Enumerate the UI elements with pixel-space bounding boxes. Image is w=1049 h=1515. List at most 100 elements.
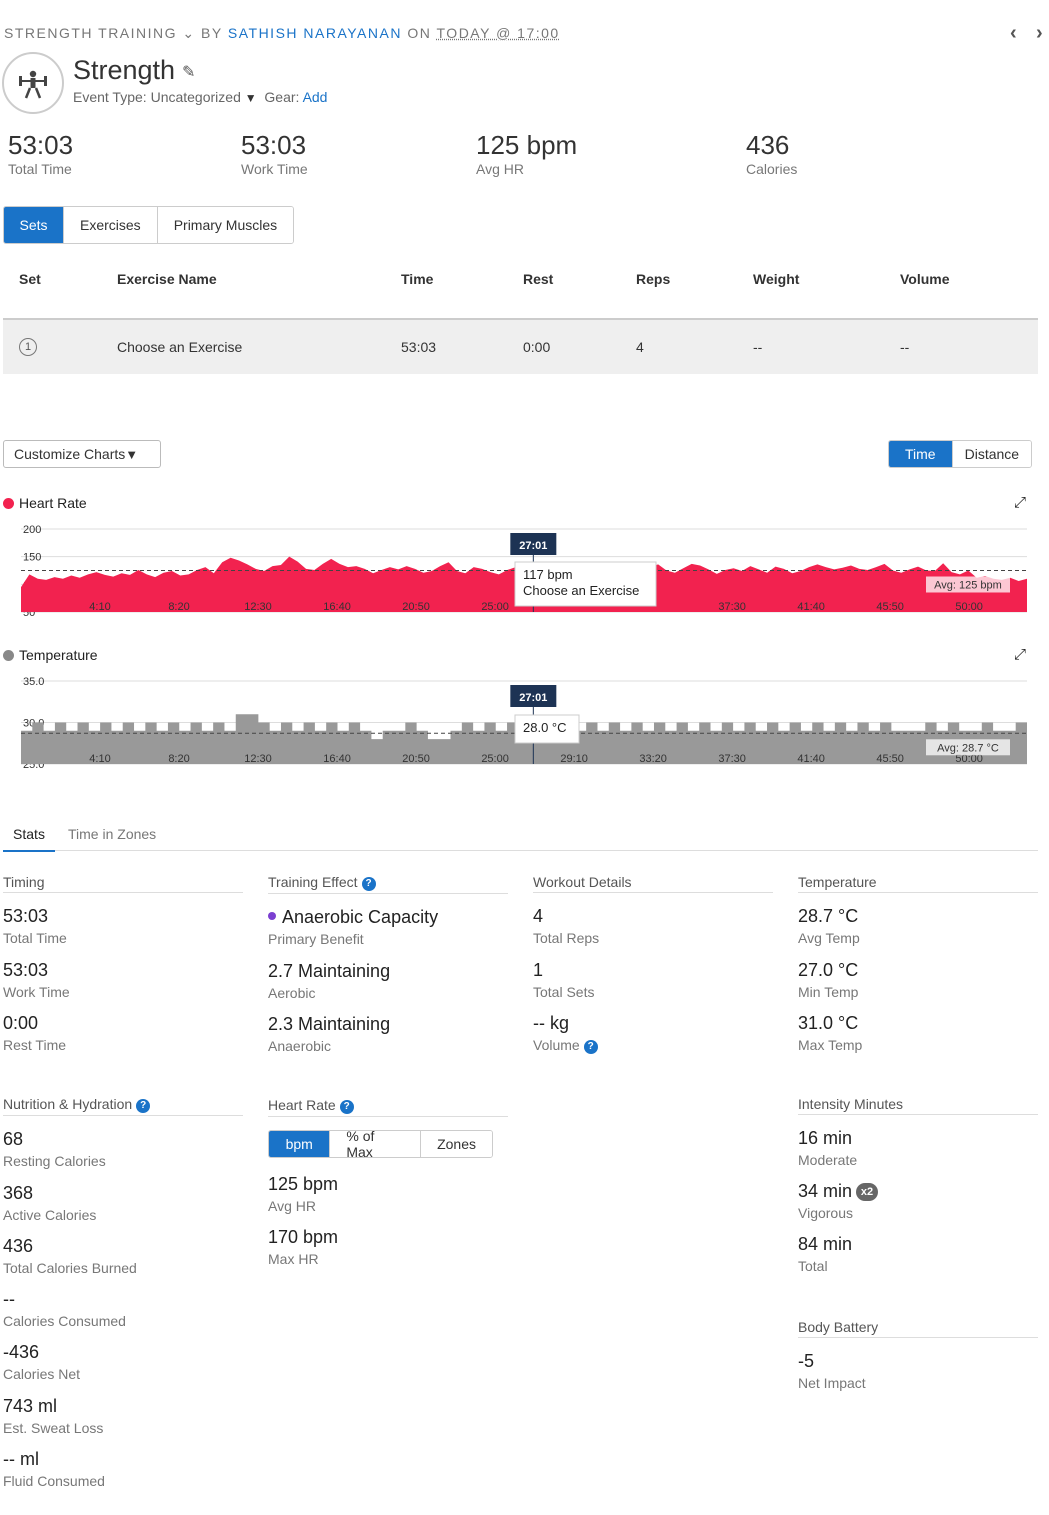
x-tick-label: 29:10 xyxy=(560,753,588,765)
summary-total-time: 53:03 Total Time xyxy=(8,130,73,177)
stat-item: 84 min Total xyxy=(798,1234,1038,1274)
expand-icon[interactable]: ⤢ xyxy=(1014,646,1026,663)
stat-value: 0:00 xyxy=(3,1013,39,1033)
x-tick-label: 8:20 xyxy=(168,601,189,613)
x-tick-label: 20:50 xyxy=(402,753,430,765)
stat-label: Max HR xyxy=(268,1251,319,1267)
stat-value: 16 min xyxy=(798,1128,853,1148)
activity-date[interactable]: TODAY @ 17:00 xyxy=(437,25,560,41)
heart-rate-heading: Heart Rate? xyxy=(268,1097,508,1117)
y-tick-label: 150 xyxy=(23,552,41,564)
tab-time-in-zones[interactable]: Time in Zones xyxy=(68,826,156,842)
activity-type-link[interactable]: STRENGTH TRAINING xyxy=(4,25,177,41)
heading-text: Nutrition & Hydration xyxy=(3,1096,133,1112)
stat-item: 2.7 Maintaining Aerobic xyxy=(268,961,508,1001)
heart-rate-chart[interactable]: 200150100504:108:2012:3016:4020:5025:003… xyxy=(0,515,1040,625)
heart-rate-section: Heart Rate? bpm % of Max Zones 125 bpm Av… xyxy=(268,1097,508,1267)
tooltip-value: 28.0 °C xyxy=(523,720,567,735)
help-icon[interactable]: ? xyxy=(583,1040,598,1054)
stat-value: 2.7 Maintaining xyxy=(268,961,391,981)
stat-value: 743 ml xyxy=(3,1396,58,1416)
help-icon[interactable]: ? xyxy=(339,1100,354,1114)
stat-label: Aerobic xyxy=(268,985,316,1001)
intensity-minutes-section: Intensity Minutes 16 min Moderate 34 min x… xyxy=(798,1096,1038,1274)
stat-value: -5 xyxy=(798,1351,815,1371)
tab-primary-muscles[interactable]: Primary Muscles xyxy=(157,207,294,243)
stat-item: 27.0 °C Min Temp xyxy=(798,960,1038,1000)
caret-down-icon[interactable]: ▼ xyxy=(245,91,257,105)
help-icon[interactable]: ? xyxy=(361,877,376,891)
tab-exercises[interactable]: Exercises xyxy=(64,207,158,243)
stat-item: 436 Total Calories Burned xyxy=(3,1236,243,1276)
stat-label: Primary Benefit xyxy=(268,931,364,947)
stat-value: 125 bpm xyxy=(268,1174,339,1194)
body-battery-heading: Body Battery xyxy=(798,1319,1038,1338)
percent-max-toggle[interactable]: % of Max xyxy=(330,1131,422,1157)
stat-item: 4 Total Reps xyxy=(533,906,773,946)
stat-label: Vigorous xyxy=(798,1205,854,1221)
strength-activity-icon xyxy=(2,52,64,114)
stat-value: -- ml xyxy=(3,1449,39,1469)
col-reps: Reps xyxy=(636,271,671,287)
stat-item: 16 min Moderate xyxy=(798,1128,1038,1168)
timing-heading: Timing xyxy=(3,874,243,893)
help-icon[interactable]: ? xyxy=(136,1099,151,1113)
stat-label: Anaerobic xyxy=(268,1038,332,1054)
y-tick-label: 200 xyxy=(23,524,41,536)
stat-value: 125 bpm xyxy=(476,130,578,160)
stat-item: 0:00 Rest Time xyxy=(3,1013,243,1053)
author-link[interactable]: SATHISH NARAYANAN xyxy=(228,25,402,41)
x-tick-label: 12:30 xyxy=(244,601,272,613)
tooltip-exercise: Choose an Exercise xyxy=(523,583,639,598)
caret-down-icon: ▼ xyxy=(125,446,139,462)
stat-label: Fluid Consumed xyxy=(3,1473,105,1489)
stat-value: 4 xyxy=(533,906,544,926)
stat-item: -- kg Volume? xyxy=(533,1013,773,1054)
x-tick-label: 50:00 xyxy=(955,601,983,613)
stat-value: 2.3 Maintaining xyxy=(268,1014,391,1034)
edit-pencil-icon[interactable]: ✎ xyxy=(182,62,195,82)
stat-value: 436 xyxy=(746,130,790,160)
stat-label: Avg HR xyxy=(268,1198,316,1214)
stat-item: 53:03 Work Time xyxy=(3,960,243,1000)
activity-title: Strength xyxy=(73,55,176,85)
expand-icon[interactable]: ⤢ xyxy=(1014,494,1026,511)
tab-sets[interactable]: Sets xyxy=(4,207,64,243)
stat-value: 53:03 xyxy=(241,130,307,160)
stat-label: Active Calories xyxy=(3,1207,97,1223)
stat-label: Work Time xyxy=(241,161,308,177)
stat-value: 53:03 xyxy=(3,906,49,926)
stat-item: 2.3 Maintaining Anaerobic xyxy=(268,1014,508,1054)
time-toggle[interactable]: Time xyxy=(889,441,953,467)
heart-rate-title-text: Heart Rate xyxy=(19,495,87,511)
summary-work-time: 53:03 Work Time xyxy=(241,130,308,177)
gear-add-link[interactable]: Add xyxy=(303,89,328,105)
event-type-value[interactable]: Uncategorized xyxy=(151,89,241,105)
next-activity-icon[interactable]: › xyxy=(1036,22,1043,45)
stat-label: Volume? xyxy=(533,1037,773,1054)
stat-label: Moderate xyxy=(798,1152,858,1168)
stat-label: Avg HR xyxy=(476,161,524,177)
bpm-toggle[interactable]: bpm xyxy=(269,1131,331,1157)
multiplier-badge: x2 xyxy=(856,1183,879,1201)
distance-toggle[interactable]: Distance xyxy=(952,441,1032,467)
temperature-chart[interactable]: 35.030.025.04:108:2012:3016:4020:5025:00… xyxy=(0,667,1040,777)
zones-toggle[interactable]: Zones xyxy=(421,1131,492,1157)
x-tick-label: 41:40 xyxy=(797,601,825,613)
customize-charts-button[interactable]: Customize Charts ▼ xyxy=(3,440,161,468)
previous-activity-icon[interactable]: ‹ xyxy=(1010,22,1017,45)
tab-stats[interactable]: Stats xyxy=(3,826,55,852)
workout-details-section: Workout Details 4 Total Reps 1 Total Sets … xyxy=(533,874,773,1054)
x-tick-label: 45:50 xyxy=(876,753,904,765)
y-tick-label: 35.0 xyxy=(23,676,44,688)
gear-label: Gear: xyxy=(264,89,300,105)
volume-label: Volume xyxy=(533,1037,580,1053)
choose-exercise-link[interactable]: Choose an Exercise xyxy=(117,339,242,355)
stat-item: -436 Calories Net xyxy=(3,1342,243,1382)
stat-value: -436 xyxy=(3,1342,40,1362)
cursor-time-label: 27:01 xyxy=(519,692,547,704)
stat-value: 28.7 °C xyxy=(798,906,859,926)
chevron-down-icon[interactable]: ⌄ xyxy=(182,25,195,41)
stat-item: 31.0 °C Max Temp xyxy=(798,1013,1038,1053)
stat-label: Total Sets xyxy=(533,984,595,1000)
